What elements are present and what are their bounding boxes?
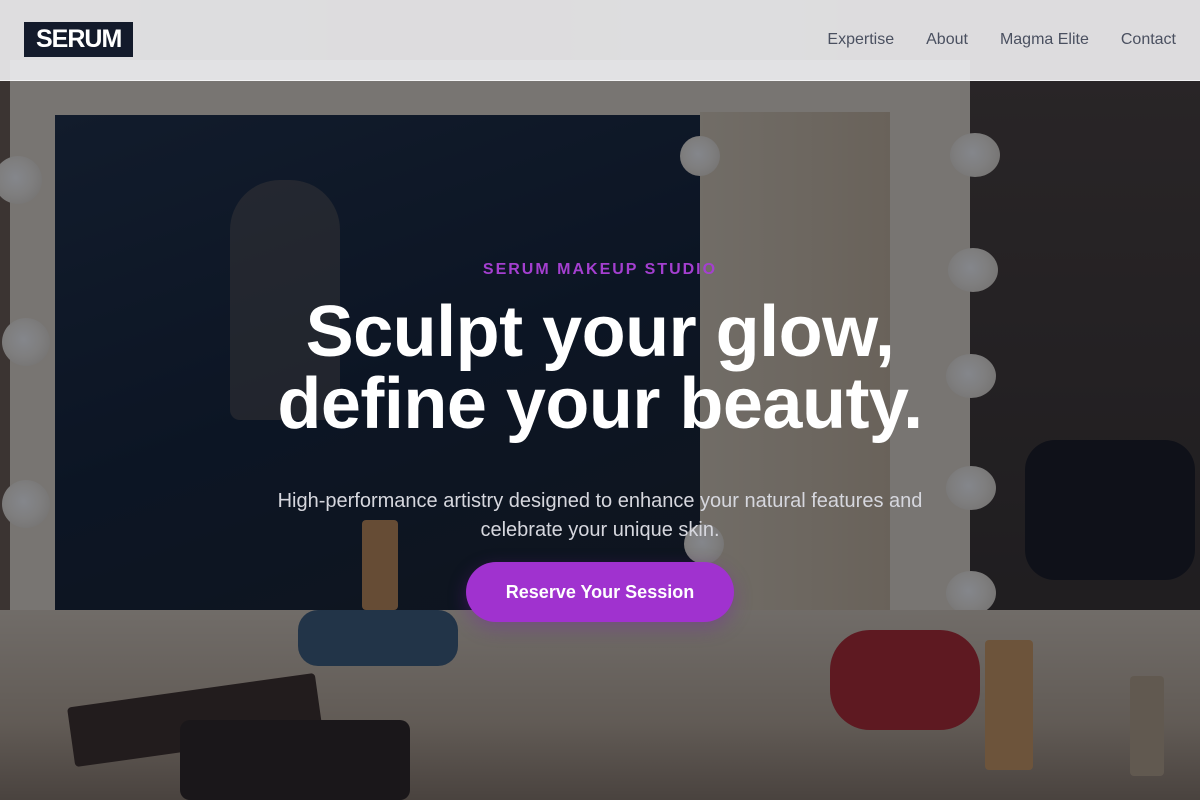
brand-logo[interactable]: SERUM [24, 22, 134, 57]
hero-headline: Sculpt your glow, define your beauty. [0, 296, 1200, 440]
main-nav: Expertise About Magma Elite Contact [827, 0, 1176, 80]
nav-link-expertise[interactable]: Expertise [827, 31, 894, 49]
nav-link-about[interactable]: About [926, 31, 968, 49]
hero-section: SERUM MAKEUP STUDIO Sculpt your glow, de… [0, 81, 1200, 800]
hero-eyebrow: SERUM MAKEUP STUDIO [482, 261, 718, 278]
nav-link-magma-elite[interactable]: Magma Elite [1000, 31, 1089, 49]
nav-link-contact[interactable]: Contact [1121, 31, 1176, 49]
hero-headline-line-2: define your beauty. [277, 364, 923, 444]
reserve-session-button[interactable]: Reserve Your Session [466, 562, 734, 622]
hero-headline-line-1: Sculpt your glow, [305, 292, 895, 372]
hero-subtext: High-performance artistry designed to en… [277, 490, 923, 541]
site-header: SERUM Expertise About Magma Elite Contac… [0, 0, 1200, 81]
